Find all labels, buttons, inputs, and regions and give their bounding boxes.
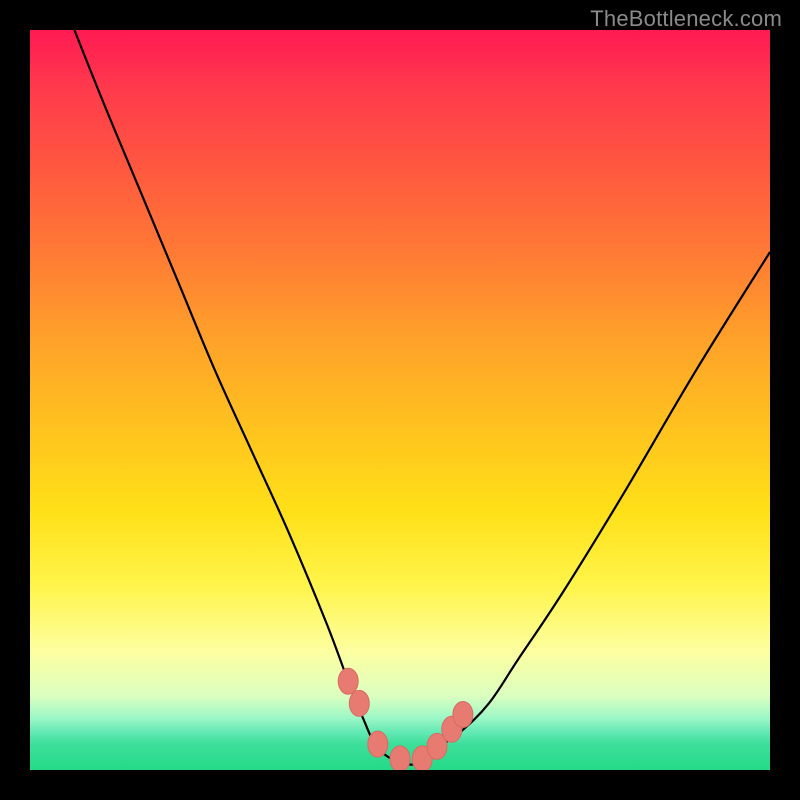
curve-line — [74, 30, 770, 765]
marker-dot — [368, 731, 388, 757]
highlight-markers — [338, 668, 473, 770]
marker-dot — [453, 702, 473, 728]
marker-dot — [338, 668, 358, 694]
marker-dot — [390, 746, 410, 770]
marker-dot — [349, 690, 369, 716]
chart-svg — [30, 30, 770, 770]
chart-frame: TheBottleneck.com — [0, 0, 800, 800]
bottleneck-curve — [74, 30, 770, 765]
plot-area — [30, 30, 770, 770]
watermark-text: TheBottleneck.com — [590, 6, 782, 32]
